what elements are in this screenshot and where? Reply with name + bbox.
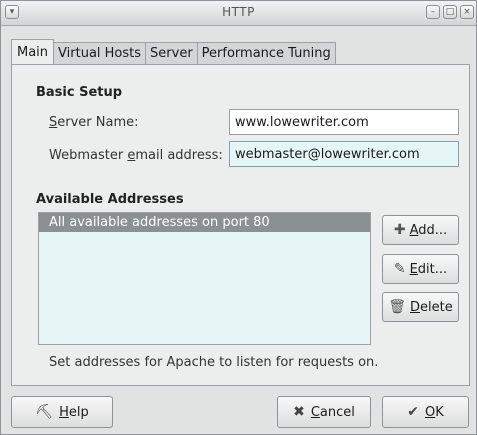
help-button[interactable]: ⛏ Help [11, 396, 113, 428]
close-icon[interactable]: × [460, 5, 474, 19]
ok-icon: ✔ [407, 404, 419, 420]
add-icon: ✚ [393, 222, 406, 238]
add-button[interactable]: ✚ Add... [382, 215, 459, 245]
webmaster-email-input[interactable] [229, 141, 459, 167]
server-name-label: Server Name: [49, 115, 139, 130]
minimize-icon[interactable]: – [426, 5, 440, 19]
server-name-input[interactable] [229, 109, 459, 135]
list-item[interactable]: All available addresses on port 80 [39, 213, 370, 232]
edit-button[interactable]: ✎ Edit... [382, 254, 459, 284]
window-title: HTTP [222, 5, 255, 19]
tab-performance-tuning[interactable]: Performance Tuning [196, 42, 336, 64]
maximize-icon[interactable]: □ [443, 5, 457, 19]
webmaster-email-label: Webmaster email address: [49, 148, 223, 163]
basic-setup-heading: Basic Setup [36, 85, 123, 100]
tab-server[interactable]: Server [145, 42, 198, 64]
ok-button-label: OK [424, 404, 444, 420]
tab-virtual-hosts[interactable]: Virtual Hosts [53, 42, 147, 64]
tab-bar: Main Virtual Hosts Server Performance Tu… [11, 39, 336, 64]
cancel-icon: ✖ [293, 404, 305, 420]
title-bar: ▾ HTTP – □ × [1, 1, 476, 26]
tab-main[interactable]: Main [11, 39, 55, 64]
addresses-hint: Set addresses for Apache to listen for r… [49, 355, 379, 370]
cancel-button-label: Cancel [310, 404, 355, 420]
ok-button[interactable]: ✔ OK [382, 396, 469, 428]
add-button-label: Add... [409, 222, 448, 238]
delete-button-label: Delete [410, 299, 453, 315]
cancel-button[interactable]: ✖ Cancel [277, 396, 371, 428]
help-icon: ⛏ [35, 404, 54, 420]
help-button-label: Help [59, 404, 89, 420]
delete-button[interactable]: 🗑 Delete [382, 292, 459, 322]
available-addresses-heading: Available Addresses [36, 192, 184, 207]
addresses-list[interactable]: All available addresses on port 80 [38, 212, 371, 345]
delete-icon: 🗑 [388, 299, 407, 315]
edit-button-label: Edit... [409, 261, 448, 277]
http-dialog: ▾ HTTP – □ × Main Virtual Hosts Server P… [0, 0, 477, 435]
edit-icon: ✎ [393, 261, 406, 277]
